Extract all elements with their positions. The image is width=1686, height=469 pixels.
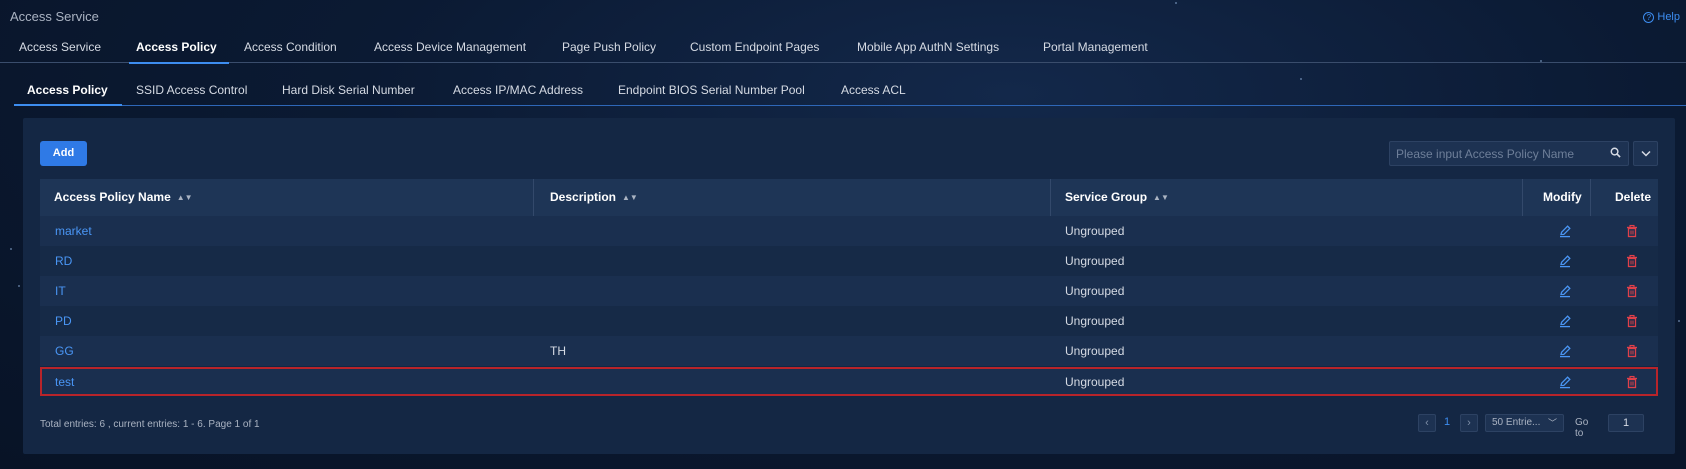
policy-name-link[interactable]: GG xyxy=(55,336,74,366)
subtab-access-ip-mac-address[interactable]: Access IP/MAC Address xyxy=(453,83,583,105)
policy-service-group: Ungrouped xyxy=(1065,224,1125,238)
tab-mobile-app-authn-settings[interactable]: Mobile App AuthN Settings xyxy=(857,40,999,63)
trash-icon[interactable] xyxy=(1625,375,1639,389)
page-size-label: 50 Entrie... xyxy=(1492,417,1541,428)
app-title: Access Service xyxy=(10,9,99,24)
policy-service-group: Ungrouped xyxy=(1065,314,1125,328)
subtab-hard-disk-serial-number[interactable]: Hard Disk Serial Number xyxy=(282,83,415,105)
policy-service-group: Ungrouped xyxy=(1065,375,1125,389)
col-header-name[interactable]: Access Policy Name ▲▼ xyxy=(54,179,193,216)
column-divider[interactable] xyxy=(1590,179,1591,216)
policy-name-link[interactable]: IT xyxy=(55,276,66,306)
sort-icon[interactable]: ▲▼ xyxy=(177,179,193,216)
edit-icon[interactable] xyxy=(1558,375,1572,389)
table-row-selected: test Ungrouped xyxy=(40,367,1658,396)
subtab-endpoint-bios-serial-number-pool[interactable]: Endpoint BIOS Serial Number Pool xyxy=(618,83,805,105)
sub-tabs: Access Policy SSID Access Control Hard D… xyxy=(14,80,1686,106)
column-divider[interactable] xyxy=(1522,179,1523,216)
search-box xyxy=(1389,141,1629,166)
tab-access-service[interactable]: Access Service xyxy=(19,40,101,63)
subtab-access-policy[interactable]: Access Policy xyxy=(14,83,122,106)
col-name-label: Access Policy Name xyxy=(54,190,171,204)
content-panel: Add Access Policy Name ▲▼ Description ▲▼ S… xyxy=(23,118,1675,454)
sort-icon[interactable]: ▲▼ xyxy=(622,179,638,216)
column-divider[interactable] xyxy=(533,179,534,216)
table-row: IT Ungrouped xyxy=(40,276,1658,306)
tab-access-condition[interactable]: Access Condition xyxy=(244,40,337,63)
page-number[interactable]: 1 xyxy=(1444,416,1450,428)
top-bar: Access Service ? Help xyxy=(0,0,1686,32)
advanced-search-toggle[interactable] xyxy=(1633,141,1658,166)
col-service-group-label: Service Group xyxy=(1065,190,1148,204)
entries-summary: Total entries: 6 , current entries: 1 - … xyxy=(40,419,260,430)
trash-icon[interactable] xyxy=(1625,314,1639,328)
chevron-down-icon xyxy=(1641,150,1651,157)
table-row: PD Ungrouped xyxy=(40,306,1658,336)
tab-access-device-management[interactable]: Access Device Management xyxy=(374,40,526,63)
table-body: market Ungrouped RD Ungrouped IT Ungroup… xyxy=(40,216,1658,396)
edit-icon[interactable] xyxy=(1558,254,1572,268)
add-button[interactable]: Add xyxy=(40,141,87,166)
help-icon: ? xyxy=(1643,11,1655,23)
help-link[interactable]: ? Help xyxy=(1643,11,1680,23)
edit-icon[interactable] xyxy=(1558,224,1572,238)
trash-icon[interactable] xyxy=(1625,284,1639,298)
tab-custom-endpoint-pages[interactable]: Custom Endpoint Pages xyxy=(690,40,819,63)
col-header-service-group[interactable]: Service Group ▲▼ xyxy=(1065,179,1169,216)
tab-page-push-policy[interactable]: Page Push Policy xyxy=(562,40,656,63)
policy-name-link[interactable]: PD xyxy=(55,306,72,336)
search-input[interactable] xyxy=(1390,146,1600,161)
policy-name-link[interactable]: RD xyxy=(55,246,72,276)
subtab-ssid-access-control[interactable]: SSID Access Control xyxy=(136,83,247,105)
goto-label: Go to xyxy=(1575,417,1589,439)
trash-icon[interactable] xyxy=(1625,254,1639,268)
chevron-down-icon: ﹀ xyxy=(1547,418,1557,428)
goto-page-input[interactable]: 1 xyxy=(1608,414,1644,432)
policy-service-group: Ungrouped xyxy=(1065,344,1125,358)
page-size-select[interactable]: 50 Entrie... ﹀ xyxy=(1485,414,1564,432)
next-page-button[interactable]: › xyxy=(1460,414,1478,432)
col-description-label: Description xyxy=(550,190,617,204)
trash-icon[interactable] xyxy=(1625,224,1639,238)
tab-portal-management[interactable]: Portal Management xyxy=(1043,40,1148,63)
edit-icon[interactable] xyxy=(1558,284,1572,298)
search-icon[interactable] xyxy=(1610,147,1621,158)
edit-icon[interactable] xyxy=(1558,314,1572,328)
sort-icon[interactable]: ▲▼ xyxy=(1153,179,1169,216)
col-header-delete: Delete xyxy=(1615,190,1652,204)
table-row: market Ungrouped xyxy=(40,216,1658,246)
policy-description: TH xyxy=(550,344,566,358)
tab-access-policy[interactable]: Access Policy xyxy=(129,40,229,64)
column-divider[interactable] xyxy=(1050,179,1051,216)
main-tabs: Access Service Access Policy Access Cond… xyxy=(0,36,1686,64)
policy-name-link[interactable]: market xyxy=(55,216,92,246)
prev-page-button[interactable]: ‹ xyxy=(1418,414,1436,432)
table-row: RD Ungrouped xyxy=(40,246,1658,276)
policy-name-link[interactable]: test xyxy=(55,367,74,397)
help-label: Help xyxy=(1657,11,1680,23)
policy-service-group: Ungrouped xyxy=(1065,254,1125,268)
col-header-description[interactable]: Description ▲▼ xyxy=(550,179,638,216)
subtab-access-acl[interactable]: Access ACL xyxy=(841,83,906,105)
policy-service-group: Ungrouped xyxy=(1065,284,1125,298)
table-header: Access Policy Name ▲▼ Description ▲▼ Servi… xyxy=(40,179,1658,216)
edit-icon[interactable] xyxy=(1558,344,1572,358)
col-header-modify: Modify xyxy=(1543,190,1582,204)
table-row: GG TH Ungrouped xyxy=(40,336,1658,366)
trash-icon[interactable] xyxy=(1625,344,1639,358)
